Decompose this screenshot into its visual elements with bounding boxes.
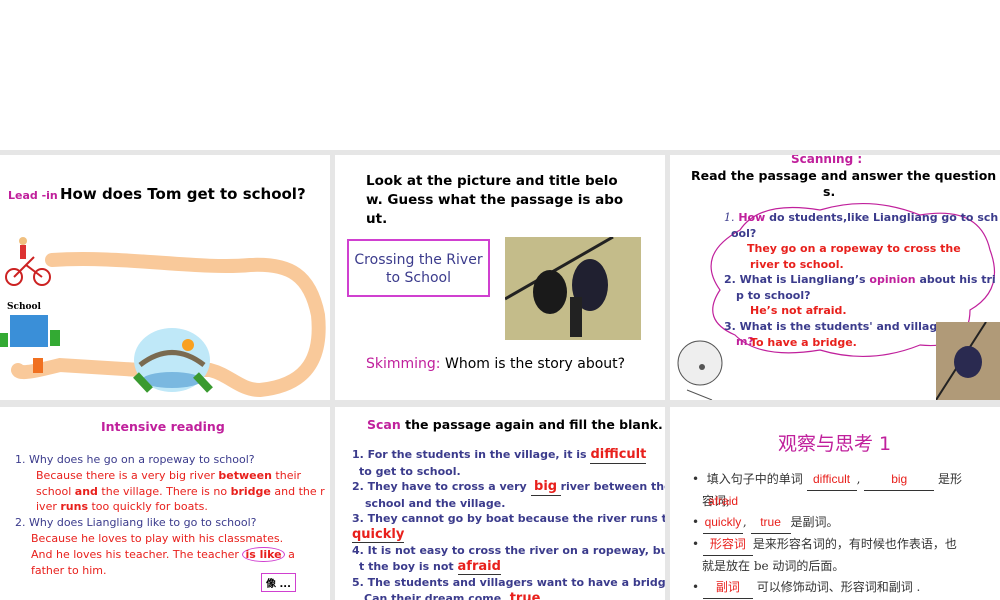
slide-title: Scan the passage again and fill the blan… [367, 417, 663, 432]
text-segment: 是形 [938, 472, 963, 486]
q-text: 2. What is Liangliang’s [724, 273, 870, 286]
slide-lead-in[interactable]: Lead -in How does Tom get to school? Sch… [0, 155, 330, 400]
text-segment: afraid [708, 494, 739, 508]
slide-title: 观察与思考 1 [778, 433, 892, 455]
text-segment: true [750, 512, 791, 534]
q-text: 3. What is the students' and villagers’ [724, 319, 965, 333]
instruction-text: Look at the picture and title belo w. Gu… [366, 172, 623, 229]
text-segment: between [218, 468, 272, 482]
text-segment: 是来形容名词的，有时候也作表语，也 [752, 537, 957, 551]
text-segment: And he loves his teacher. The teacher [31, 547, 243, 561]
text-segment: river between their [560, 480, 665, 493]
answer: Because he loves to play with his classm… [31, 531, 284, 545]
skimming-question: Whom is the story about? [444, 356, 626, 372]
callout-box: 像 ... [261, 573, 296, 592]
passage-title-line: Crossing the River [354, 252, 483, 268]
text-segment: difficult [806, 469, 857, 491]
text-segment: their [271, 468, 302, 482]
q-text: about his tri [915, 273, 996, 286]
instruction-line: ut. [366, 211, 388, 227]
text-segment: school [36, 484, 75, 498]
highlight-is-like: is like [242, 546, 285, 562]
slide-intensive-reading[interactable]: Intensive reading 1. Why does he go on a… [0, 407, 330, 600]
passage-title-box: Crossing the River to School [347, 239, 490, 297]
question: 1. Why does he go on a ropeway to school… [15, 453, 255, 466]
text-segment: t the boy is not [359, 559, 458, 573]
text-segment: 形容词 [702, 534, 753, 556]
q-text: opinion [869, 273, 916, 286]
slide-fill-blank[interactable]: Scan the passage again and fill the blan… [335, 407, 665, 600]
q-text: ool? [731, 226, 757, 240]
lead-in-tag: Lead -in [8, 189, 58, 202]
answer-blank: afraid [457, 558, 501, 575]
question: 2. Why does Liangliang like to go to sch… [15, 516, 257, 530]
text-segment: 副词 [702, 577, 753, 599]
passage-title-line: to School [386, 270, 451, 286]
text-segment: 4. It is not easy to cross the river on … [352, 544, 665, 557]
bridge-river-icon [133, 328, 213, 393]
text-segment: 是副词。 [790, 515, 839, 529]
answer-text: They go on a ropeway to cross the [747, 242, 961, 255]
stairs-icon [33, 358, 43, 373]
text-segment: school and the village. [365, 496, 506, 510]
q-num: 1. [724, 211, 735, 224]
text-segment: the village. There is no [97, 484, 231, 498]
text-segment: 3. They cannot go by boat because the ri… [352, 512, 665, 525]
text-segment: 填入句子中的单词 [706, 472, 803, 486]
text-segment: a [284, 547, 295, 561]
scanning-instruction-cont: s. [823, 184, 836, 199]
slide-title: Intensive reading [101, 419, 225, 434]
bicycle-icon [5, 237, 51, 286]
skimming-label: Skimming: [366, 356, 441, 372]
text-segment: to get to school. [359, 464, 461, 478]
answer-blank: difficult [590, 447, 647, 464]
observation-bullets: • 填入句子中的单词 difficult, big 是形 容词;afraid •… [692, 469, 997, 599]
text-segment: 1. For the students in the village, it i… [352, 448, 591, 461]
reading-qa: 1. Why does he go on a ropeway to school… [15, 452, 325, 578]
text-segment: Because there is a very big river [36, 468, 219, 482]
answer-blank: quickly [352, 526, 405, 543]
cartoon-girl [677, 340, 723, 400]
q-text: p to school? [736, 288, 811, 302]
school-building-icon [0, 315, 60, 347]
q-text: do students,like Liangliang go to sch [765, 211, 999, 224]
ropeway-photo-small [936, 322, 1000, 400]
text-segment: Scan [367, 417, 401, 432]
answer-blank: big [530, 479, 561, 496]
slide-scanning[interactable]: Scanning : Read the passage and answer t… [670, 155, 1000, 400]
ropeway-photo [505, 237, 641, 340]
scanning-heading: Scanning : [791, 155, 863, 166]
slide-grid: Lead -in How does Tom get to school? Sch… [0, 150, 1000, 600]
text-segment: 就是放在 be 动词的后面。 [702, 559, 845, 573]
slide-observe-think[interactable]: 观察与思考 1 • 填入句子中的单词 difficult, big 是形 容词;… [670, 407, 1000, 600]
text-segment: 可以修饰动词、形容词和副词 . [756, 580, 921, 594]
text-segment: 2. They have to cross a very [352, 480, 531, 493]
text-segment: 5. The students and villagers want to ha… [352, 576, 665, 589]
fill-blank-list: 1. For the students in the village, it i… [352, 447, 665, 600]
text-segment: big [864, 469, 935, 491]
answer-text: He’s not afraid. [750, 304, 847, 317]
text-segment: Can their dream come [364, 591, 506, 600]
slide-look-and-guess[interactable]: Look at the picture and title belo w. Gu… [335, 155, 665, 400]
text-segment: quickly [702, 512, 743, 534]
slide-title: How does Tom get to school? [60, 185, 306, 203]
route-illustration [0, 237, 326, 398]
text-segment: and the r [270, 484, 325, 498]
text-segment: too quickly for boats. [88, 500, 208, 514]
answer-text: river to school. [750, 257, 844, 271]
instruction-line: Look at the picture and title belo [366, 173, 618, 189]
text-segment: runs [60, 500, 88, 514]
school-label: School [7, 302, 41, 312]
text-segment: the passage again and fill the blank. [400, 417, 663, 432]
text-segment: and [74, 484, 98, 498]
scanning-instruction: Read the passage and answer the question [691, 168, 997, 183]
instruction-line: w. Guess what the passage is abo [366, 192, 624, 208]
text-segment: bridge [230, 484, 271, 498]
text-segment: iver [36, 500, 61, 514]
skimming-prompt: Skimming: Whom is the story about? [366, 356, 625, 372]
answer-blank: true [505, 591, 545, 600]
q-text: How [738, 211, 766, 224]
